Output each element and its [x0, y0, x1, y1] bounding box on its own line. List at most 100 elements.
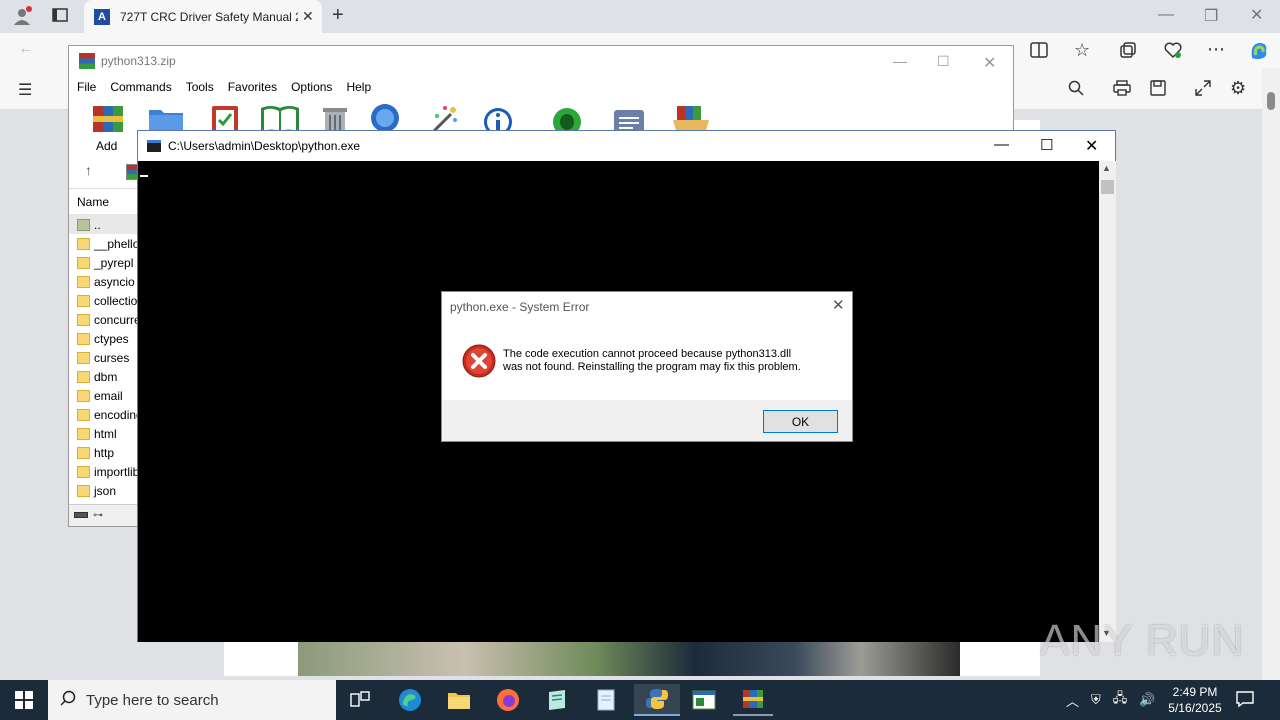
- menu-help[interactable]: Help: [346, 80, 371, 94]
- settings-gear-icon[interactable]: ⚙: [1230, 78, 1246, 99]
- error-message-line1: The code execution cannot proceed becaus…: [503, 348, 792, 360]
- file-list-item[interactable]: importlib: [69, 462, 139, 481]
- start-windows-icon[interactable]: [0, 680, 48, 720]
- tab-actions-icon[interactable]: [52, 7, 68, 28]
- close-icon[interactable]: ✕: [1085, 136, 1098, 156]
- add-button-label[interactable]: Add: [96, 139, 117, 153]
- system-tray: ︿ ⛨ 🖧 🔊: [1066, 680, 1167, 720]
- file-list-item[interactable]: encodings: [69, 405, 139, 424]
- file-list-item[interactable]: json: [69, 481, 139, 500]
- scrollbar-thumb[interactable]: [1101, 180, 1114, 194]
- split-screen-icon[interactable]: [1030, 41, 1048, 64]
- network-icon[interactable]: 🖧: [1113, 689, 1128, 711]
- winrar-statusbar: ⊶: [69, 504, 139, 526]
- maximize-icon[interactable]: ☐: [1040, 136, 1053, 154]
- taskbar-clock[interactable]: 2:49 PM 5/16/2025: [1160, 684, 1230, 716]
- scroll-up-icon[interactable]: ▲: [1102, 163, 1111, 173]
- minimize-icon[interactable]: —: [893, 53, 907, 69]
- print-icon[interactable]: [1113, 80, 1131, 101]
- file-list-item[interactable]: html: [69, 424, 139, 443]
- menu-options[interactable]: Options: [291, 80, 332, 94]
- folder-icon: [77, 389, 90, 402]
- file-list-item[interactable]: email: [69, 386, 139, 405]
- browser-scrollbar[interactable]: [1262, 68, 1280, 680]
- notepad-plus-icon[interactable]: [537, 684, 577, 716]
- file-list-item[interactable]: _pyrepl: [69, 253, 139, 272]
- maximize-icon[interactable]: ☐: [937, 53, 950, 70]
- folder-icon: [77, 332, 90, 345]
- file-list-item[interactable]: curses: [69, 348, 139, 367]
- browser-essentials-icon[interactable]: [1164, 41, 1182, 64]
- close-icon[interactable]: ✕: [832, 296, 845, 314]
- file-list-item[interactable]: ctypes: [69, 329, 139, 348]
- menu-commands[interactable]: Commands: [110, 80, 171, 94]
- menu-tools[interactable]: Tools: [186, 80, 214, 94]
- close-tab-icon[interactable]: ✕: [302, 8, 314, 25]
- add-archive-icon[interactable]: [91, 102, 127, 134]
- fullscreen-icon[interactable]: [1195, 80, 1211, 101]
- file-name: concurrent: [94, 312, 139, 327]
- console-app-icon: [147, 140, 161, 152]
- file-list-item[interactable]: dbm: [69, 367, 139, 386]
- taskbar-search-box[interactable]: Type here to search: [48, 680, 336, 720]
- minimize-icon[interactable]: —: [1158, 6, 1174, 24]
- watermark-text: ANY RUN: [1040, 616, 1245, 665]
- browser-tab[interactable]: A 727T CRC Driver Safety Manual 2025 ✕: [84, 0, 322, 33]
- column-header-name[interactable]: Name: [69, 189, 139, 215]
- search-icon[interactable]: [1068, 80, 1084, 101]
- new-tab-icon[interactable]: +: [332, 4, 344, 27]
- file-name: ..: [94, 217, 101, 232]
- up-arrow-icon[interactable]: ↑: [85, 162, 92, 178]
- file-name: importlib: [94, 464, 139, 479]
- security-icon[interactable]: ⛨: [1091, 692, 1101, 708]
- browser-tab-title: 727T CRC Driver Safety Manual 2025: [120, 9, 298, 24]
- edge-taskbar-icon[interactable]: [390, 684, 430, 716]
- restore-icon[interactable]: ❐: [1204, 6, 1218, 26]
- back-icon[interactable]: ←: [18, 40, 34, 58]
- winrar-titlebar: python313.zip — ☐ ✕: [69, 46, 1013, 76]
- file-list-item[interactable]: concurrent: [69, 310, 139, 329]
- terminal-app-icon[interactable]: [684, 684, 724, 716]
- folder-icon: [77, 256, 90, 269]
- minimize-icon[interactable]: —: [994, 136, 1009, 153]
- console-titlebar: C:\Users\admin\Desktop\python.exe — ☐ ✕: [138, 131, 1115, 161]
- clock-date: 5/16/2025: [1168, 701, 1222, 715]
- console-scrollbar[interactable]: ▲ ▼: [1099, 161, 1116, 642]
- notepad-icon[interactable]: [586, 684, 626, 716]
- file-list-item[interactable]: collections: [69, 291, 139, 310]
- file-list-item[interactable]: http: [69, 443, 139, 462]
- winrar-address-bar: ↑: [69, 158, 141, 186]
- favorites-icon[interactable]: ☆: [1074, 40, 1090, 61]
- notification-icon[interactable]: [1236, 690, 1254, 712]
- profile-icon[interactable]: [12, 6, 32, 31]
- contents-icon[interactable]: ☰: [18, 80, 32, 100]
- more-options-icon[interactable]: ⋯: [1207, 39, 1225, 60]
- python-taskbar-icon[interactable]: [634, 684, 680, 716]
- scrollbar-thumb[interactable]: [1267, 92, 1275, 110]
- menu-file[interactable]: File: [77, 80, 96, 94]
- copilot-icon[interactable]: [1248, 40, 1270, 67]
- folder-icon: [77, 408, 90, 421]
- file-list-item[interactable]: __phello_: [69, 234, 139, 253]
- file-list-item[interactable]: asyncio: [69, 272, 139, 291]
- save-icon[interactable]: [1150, 80, 1166, 101]
- volume-icon[interactable]: 🔊: [1139, 692, 1155, 708]
- folder-icon: [77, 313, 90, 326]
- firefox-icon[interactable]: [488, 684, 528, 716]
- pdf-tab-icon: A: [94, 8, 110, 25]
- close-icon[interactable]: ✕: [983, 53, 996, 73]
- file-explorer-icon[interactable]: [439, 684, 479, 716]
- key-icon: ⊶: [93, 510, 103, 521]
- chevron-up-icon[interactable]: ︿: [1066, 691, 1079, 710]
- winrar-taskbar-icon[interactable]: [733, 684, 773, 716]
- winrar-app-icon: [79, 53, 95, 69]
- ok-button[interactable]: OK: [763, 410, 838, 433]
- close-icon[interactable]: ✕: [1250, 5, 1263, 25]
- file-name: email: [94, 388, 123, 403]
- folder-icon: [77, 275, 90, 288]
- menu-favorites[interactable]: Favorites: [228, 80, 277, 94]
- file-list-item[interactable]: ..: [69, 215, 139, 234]
- task-view-icon[interactable]: [340, 684, 380, 716]
- collections-icon[interactable]: [1119, 41, 1137, 64]
- winrar-file-list: Name .. __phello_ _pyreplasyncio collection…: [69, 188, 139, 502]
